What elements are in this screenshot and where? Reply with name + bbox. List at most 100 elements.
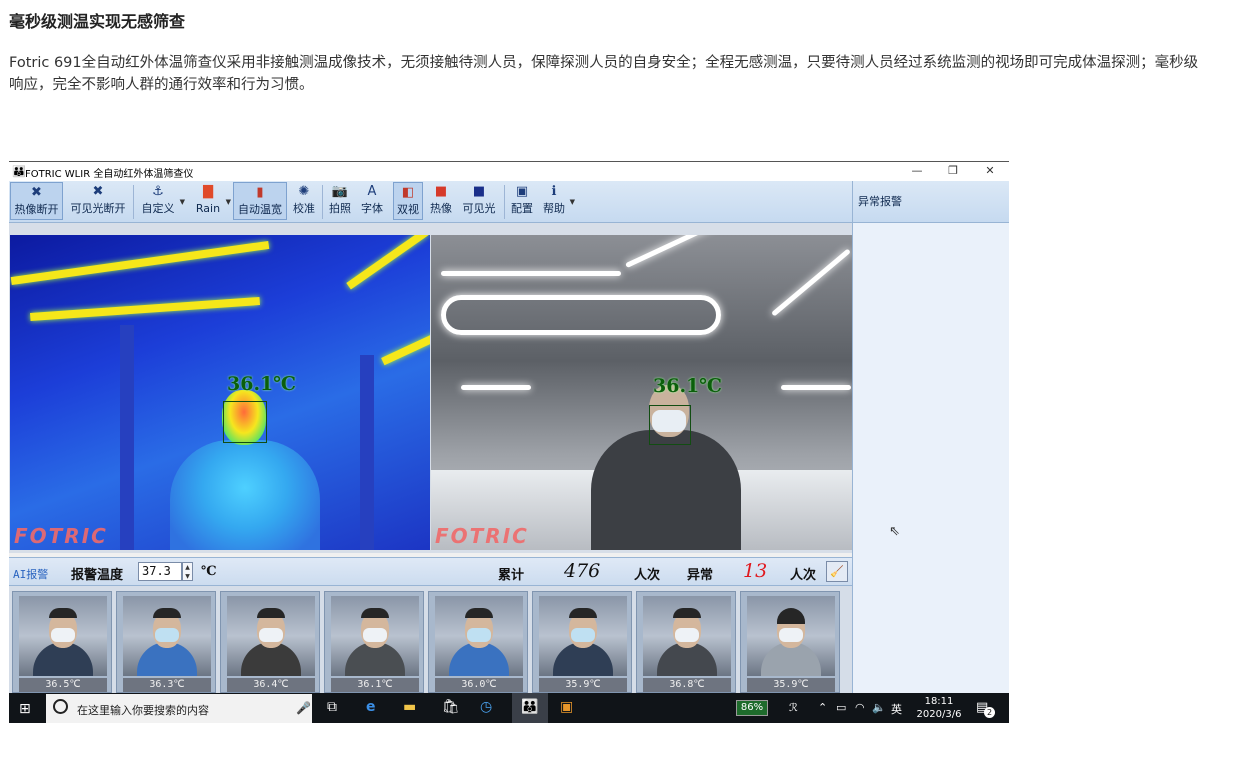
capture-thumbnail[interactable]: 36.5℃ [12, 591, 112, 693]
thumbnail-temp: 36.3℃ [123, 678, 211, 692]
capture-thumbnail[interactable]: 36.4℃ [220, 591, 320, 693]
thumbnail-temp: 36.5℃ [19, 678, 107, 692]
windows-taskbar: ⊞ 在这里输入你要搜索的内容 🎤 ⧉ e ▬ 🛍 ◷ 👪 ▣ 86% ℛ ⌃ ▭… [9, 693, 1009, 723]
capture-thumbnail[interactable]: 36.3℃ [116, 591, 216, 693]
clock-app-icon[interactable]: ◷ [480, 699, 492, 715]
taskbar-clock[interactable]: 18:11 2020/3/6 [915, 695, 963, 721]
notification-center-icon[interactable]: ▤ 2 [976, 700, 995, 718]
capture-thumbnail[interactable]: 36.8℃ [636, 591, 736, 693]
thermal-video-pane[interactable]: 36.1℃ FOTRIC [10, 235, 430, 550]
custom-dropdown-button[interactable]: ⚓ 自定义 ▼ [138, 182, 186, 220]
clear-broom-button[interactable]: 🧹 [826, 561, 848, 582]
abnormal-count-value: 13 [743, 560, 768, 582]
alarm-temp-input[interactable]: 37.3 [138, 562, 182, 581]
article-description: Fotric 691全自动红外体温筛查仪采用非接触测温成像技术，无须接触待测人员… [9, 55, 1199, 93]
face-photo [435, 596, 523, 676]
file-explorer-icon[interactable]: ▬ [403, 699, 416, 715]
ceiling-light [441, 271, 621, 276]
task-view-icon[interactable]: ⧉ [327, 699, 337, 715]
ime-language-indicator[interactable]: 英 [891, 701, 902, 717]
capture-thumbnail[interactable]: 35.9℃ [740, 591, 840, 693]
visible-view-button[interactable]: ■ 可见光 [459, 182, 499, 220]
dual-view-button[interactable]: ◧ 双视 [393, 182, 423, 220]
face-detection-box [649, 405, 691, 445]
microphone-icon[interactable]: 🎤 [296, 701, 311, 715]
total-count-value: 476 [564, 560, 601, 582]
screening-app-taskbar-icon[interactable]: 👪 [512, 693, 548, 723]
minimize-button[interactable]: — [907, 164, 927, 178]
close-button[interactable]: ✕ [980, 164, 1000, 178]
app-screenshot: 👪 FOTRIC WLIR 全自动红外体温筛查仪 — ❐ ✕ ✖ 热像断开 ✖ … [9, 161, 1009, 723]
abnormal-count-unit: 人次 [790, 568, 817, 583]
run-icon: ✖ [31, 185, 42, 200]
face-photo [331, 596, 419, 676]
fotric-brand-watermark: FOTRIC [14, 524, 108, 548]
ceiling-light [771, 248, 851, 317]
thermal-pillar [360, 355, 374, 550]
capture-thumbnail[interactable]: 36.0℃ [428, 591, 528, 693]
visible-square-icon: ■ [472, 184, 486, 199]
config-button[interactable]: ▣ 配置 [509, 182, 535, 220]
thermal-disconnect-button[interactable]: ✖ 热像断开 [10, 182, 63, 220]
capture-thumbnail[interactable]: 35.9℃ [532, 591, 632, 693]
auto-range-button[interactable]: ▮ 自动温宽 [233, 182, 287, 220]
palette-rain-button[interactable]: ▇ Rain ▼ [192, 182, 231, 220]
total-count-unit: 人次 [634, 568, 661, 583]
total-count-label: 累计 [498, 568, 525, 583]
edge-browser-icon[interactable]: e [366, 699, 376, 715]
font-button[interactable]: A 字体 [358, 182, 386, 220]
video-area: 36.1℃ FOTRIC 36.1℃ FOTRIC [9, 223, 852, 553]
windows-start-icon[interactable]: ⊞ [19, 701, 31, 717]
app-people-icon: 👪 [12, 165, 26, 178]
wifi-icon[interactable]: ◠ [855, 701, 865, 714]
thermal-light-beam [381, 332, 430, 366]
broom-icon: 🧹 [830, 565, 844, 578]
aperture-icon: ✺ [298, 184, 310, 199]
thermal-light-beam [10, 240, 270, 286]
ai-alarm-label[interactable]: AI报警 [13, 566, 48, 582]
people-icon[interactable]: ℛ [789, 701, 798, 714]
thumbnail-temp: 36.1℃ [331, 678, 419, 692]
battery-icon[interactable]: ▭ [836, 701, 846, 714]
thermal-view-button[interactable]: ■ 热像 [427, 182, 455, 220]
visible-disconnect-button[interactable]: ✖ 可见光断开 [66, 182, 130, 220]
article-title: 毫秒级测温实现无感筛查 [9, 12, 186, 31]
face-photo [227, 596, 315, 676]
chevron-down-icon: ▼ [225, 198, 231, 206]
thermal-light-beam [30, 296, 260, 322]
thermal-light-beam [346, 235, 429, 290]
volume-icon[interactable]: 🔈 [872, 701, 886, 714]
capture-thumbnail[interactable]: 36.1℃ [324, 591, 424, 693]
ceiling-light [781, 385, 851, 390]
restore-button[interactable]: ❐ [943, 164, 963, 178]
ceiling-light [625, 235, 727, 269]
split-view-icon: ◧ [401, 185, 415, 200]
anchor-icon: ⚓ [152, 184, 164, 199]
alarm-temp-stepper[interactable]: ▲ ▼ [182, 562, 193, 581]
snapshot-button[interactable]: 📷 拍照 [326, 182, 354, 220]
alarm-temp-label: 报警温度 [71, 568, 124, 583]
visible-video-pane[interactable]: 36.1℃ FOTRIC [431, 235, 852, 550]
taskbar-search-box[interactable]: 在这里输入你要搜索的内容 🎤 [46, 694, 312, 723]
info-icon: ℹ [551, 184, 557, 199]
media-app-icon[interactable]: ▣ [560, 699, 573, 715]
store-bag-icon[interactable]: 🛍 [442, 699, 460, 715]
toolbar-divider [322, 185, 323, 219]
toolbar-divider [133, 185, 134, 219]
window-title: FOTRIC WLIR 全自动红外体温筛查仪 [25, 169, 194, 180]
abnormal-alarm-list[interactable]: ⇖ [852, 223, 1009, 693]
alarm-temp-unit: ℃ [201, 564, 217, 579]
help-button[interactable]: ℹ 帮助 ▼ [540, 182, 575, 220]
thermal-square-icon: ■ [434, 184, 448, 199]
chevron-up-icon[interactable]: ⌃ [818, 701, 827, 714]
capture-thumbnails: 36.5℃ 36.3℃ 36.4℃ 36.1℃ 36.0℃ 35.9℃ 36.8… [9, 586, 852, 693]
face-photo [19, 596, 107, 676]
calibrate-button[interactable]: ✺ 校准 [290, 182, 318, 220]
face-photo [747, 596, 835, 676]
run-icon: ✖ [92, 184, 104, 199]
abnormal-alarm-panel-title: 异常报警 [852, 181, 1009, 223]
chevron-down-icon: ▼ [569, 198, 575, 206]
font-icon: A [367, 184, 377, 199]
rainbow-palette-icon: ▇ [203, 184, 213, 199]
hexagon-light [441, 295, 721, 335]
